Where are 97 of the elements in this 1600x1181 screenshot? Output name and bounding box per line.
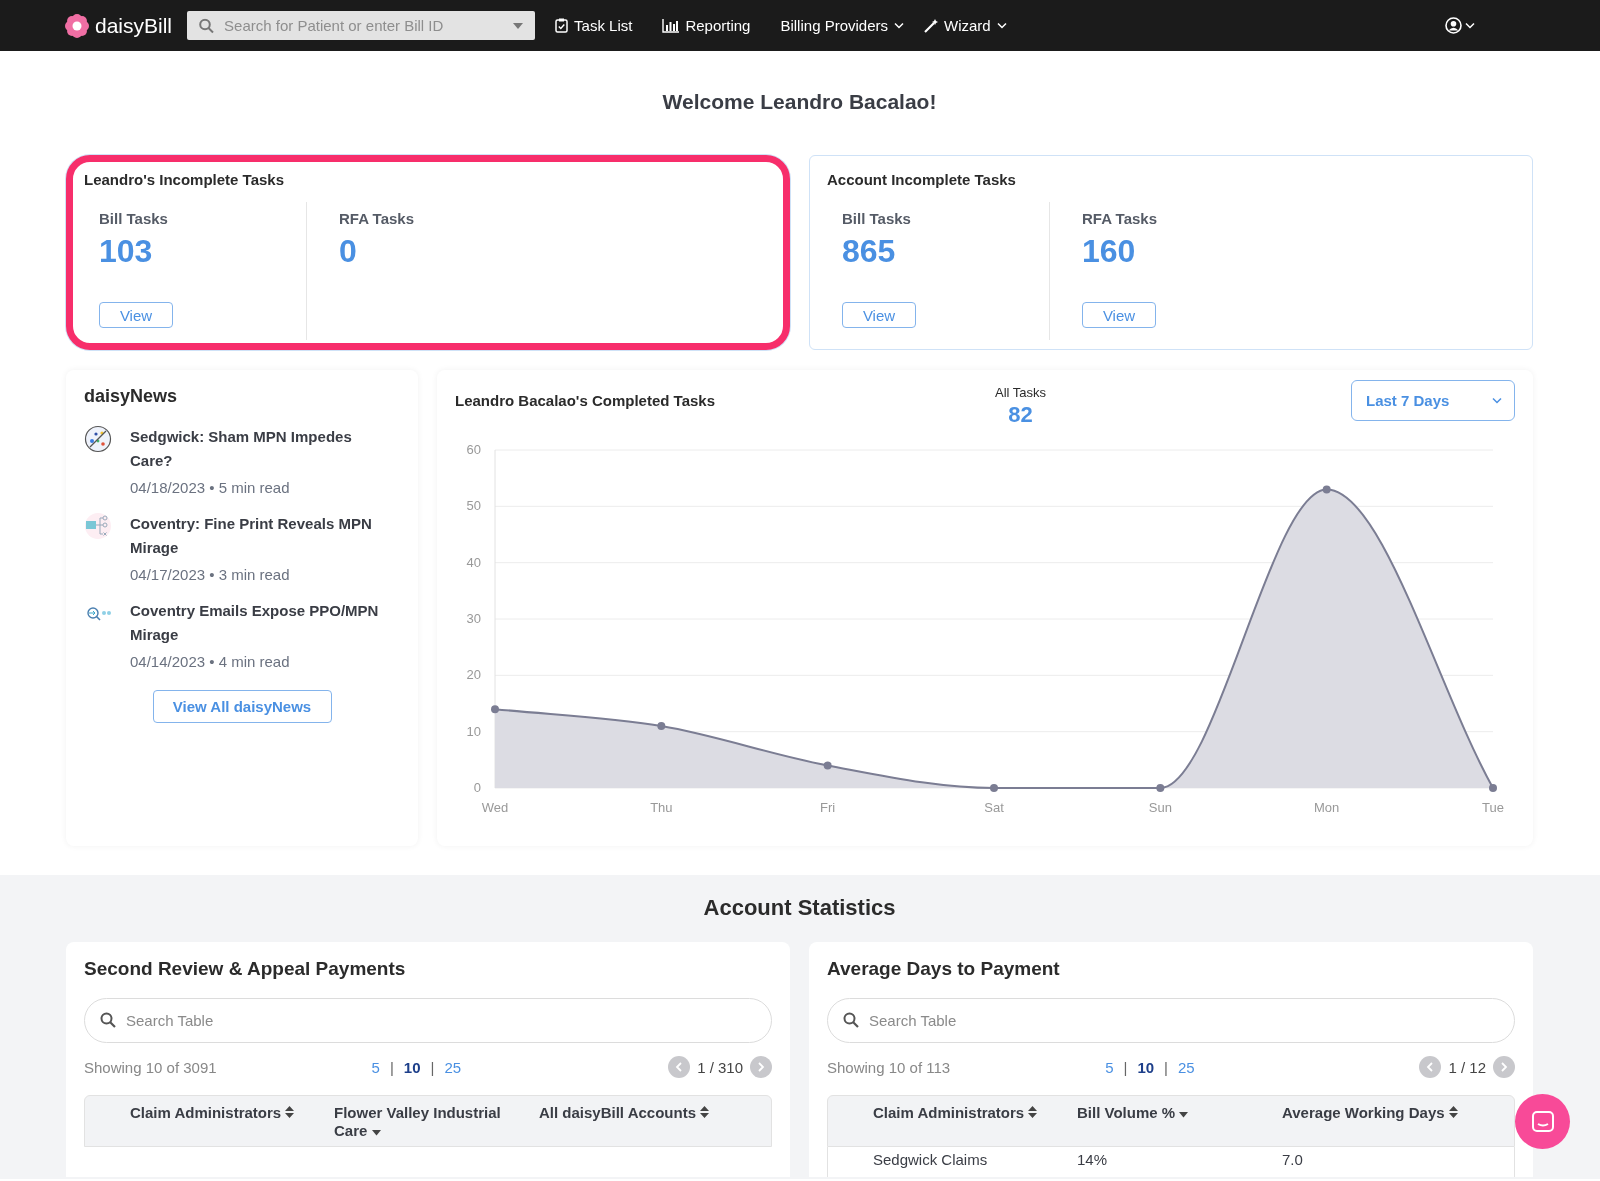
total-count: 82 <box>1008 402 1033 428</box>
axis-label: 40 <box>466 554 481 570</box>
task-count: 103 <box>99 233 153 270</box>
table-cell-text: Sedgwick Claims <box>873 1151 989 1170</box>
column-header[interactable]: Average Working Days <box>1282 1104 1467 1122</box>
card-title: Account Incomplete Tasks <box>827 171 1017 188</box>
chevron-icon <box>1500 1062 1508 1072</box>
table-cell-text: 7.0 <box>1282 1151 1304 1170</box>
data-point <box>491 705 499 714</box>
nav-menu-item[interactable]: Task List <box>555 17 633 34</box>
chevron-icon <box>1426 1062 1435 1072</box>
axis-label: 50 <box>466 498 481 514</box>
task-label: RFA Tasks <box>1082 210 1158 227</box>
bar-chart-icon <box>662 18 680 33</box>
search-icon <box>199 18 215 33</box>
column-header[interactable]: All daisyBill Accounts <box>539 1104 724 1122</box>
column-header[interactable]: Claim Administrators <box>873 1104 1058 1122</box>
task-label: Bill Tasks <box>842 210 911 227</box>
news-date: 04/18/2023 • 5 min read <box>130 479 291 496</box>
task-label: RFA Tasks <box>339 210 415 227</box>
task-count: 160 <box>1082 233 1136 270</box>
data-point <box>657 722 666 731</box>
news-date: 04/17/2023 • 3 min read <box>130 566 291 583</box>
previous-page-button[interactable] <box>668 1056 691 1078</box>
table-cell-text: 14% <box>1077 1151 1109 1170</box>
section-heading: Account Statistics <box>702 895 897 921</box>
table-title: Average Days to Payment <box>827 958 1061 980</box>
nav-menu-item[interactable]: Billing Providers <box>780 17 904 34</box>
page-size-link[interactable]: 10 <box>1137 1058 1155 1076</box>
news-headline-link[interactable]: Coventry: Fine Print Reveals MPN Mirage <box>130 512 380 560</box>
axis-label: Sun <box>1148 800 1172 815</box>
separator-text: | <box>1123 1058 1128 1076</box>
axis-label: 60 <box>466 442 481 457</box>
logo-text[interactable]: daisyBill <box>95 13 173 38</box>
flowchart-icon <box>84 512 112 540</box>
column-header[interactable]: Flower Valley Industrial Care <box>334 1104 519 1140</box>
axis-label: Tue <box>1482 800 1504 815</box>
axis-label: 10 <box>466 723 481 739</box>
welcome-heading: Welcome Leandro Bacalao! <box>661 89 938 115</box>
nav-menu-item[interactable]: Reporting <box>662 17 751 34</box>
showing-count: Showing 10 of 3091 <box>84 1058 217 1076</box>
caret-icon <box>894 22 904 29</box>
caret-down-icon[interactable] <box>513 22 524 29</box>
caret-icon <box>996 22 1007 29</box>
card-title: Leandro's Incomplete Tasks <box>84 171 286 188</box>
axis-label: Wed <box>481 800 509 815</box>
task-label: Bill Tasks <box>99 210 168 227</box>
news-headline-link[interactable]: Coventry Emails Expose PPO/MPN Mirage <box>130 599 380 647</box>
user-avatar-icon <box>1445 17 1462 34</box>
next-page-button[interactable] <box>1493 1056 1515 1078</box>
separator-text: | <box>389 1058 394 1076</box>
separator-text: | <box>1164 1058 1168 1076</box>
table-title: Second Review & Appeal Payments <box>84 958 407 980</box>
chevron-icon <box>757 1062 765 1072</box>
magic-wand-icon <box>924 18 938 33</box>
column-header[interactable]: Bill Volume % <box>1077 1104 1262 1122</box>
news-date: 04/14/2023 • 4 min read <box>130 653 291 670</box>
showing-count: Showing 10 of 113 <box>827 1058 951 1076</box>
task-count: 865 <box>842 233 896 270</box>
page-indicator: 1 / 12 <box>1448 1058 1486 1076</box>
chevron-icon <box>675 1062 684 1072</box>
chart-title: Leandro Bacalao's Completed Tasks <box>455 392 717 409</box>
news-headline-link[interactable]: Sedgwick: Sham MPN Impedes Care? <box>130 425 380 473</box>
scatter-plot-icon <box>84 425 112 453</box>
page-indicator: 1 / 310 <box>697 1058 743 1076</box>
caret-icon <box>1492 397 1502 404</box>
clipboard-icon <box>555 18 569 33</box>
chat-bubble-icon <box>1530 1109 1555 1134</box>
flower-logo-icon <box>64 12 90 39</box>
data-point <box>1156 784 1165 792</box>
axis-label: Sat <box>984 800 1004 815</box>
axis-label: Fri <box>820 800 836 815</box>
data-point <box>990 784 998 792</box>
previous-page-button[interactable] <box>1419 1056 1442 1078</box>
search-field[interactable]: Search Table <box>827 998 1515 1043</box>
column-header[interactable]: Claim Administrators <box>130 1104 315 1122</box>
data-point <box>1322 485 1331 494</box>
search-field[interactable]: Search for Patient or enter Bill ID <box>187 11 536 40</box>
search-icon <box>843 1012 859 1028</box>
nav-menu-item[interactable]: Wizard <box>924 17 1007 34</box>
search-icon <box>100 1012 116 1028</box>
axis-label: Thu <box>650 800 673 815</box>
axis-label: 30 <box>466 611 481 626</box>
news-title: daisyNews <box>84 386 179 407</box>
account-menu-button[interactable] <box>1445 17 1475 34</box>
caret-icon <box>1465 22 1475 29</box>
data-point <box>823 761 832 770</box>
search-field[interactable]: Search Table <box>84 998 772 1043</box>
task-count: 0 <box>339 233 357 270</box>
axis-label: 0 <box>473 780 481 795</box>
next-page-button[interactable] <box>750 1056 772 1078</box>
total-label: All Tasks <box>995 385 1047 400</box>
separator-text: | <box>430 1058 435 1076</box>
axis-label: 20 <box>466 667 481 683</box>
axis-label: Mon <box>1314 800 1340 815</box>
page-size-link[interactable]: 10 <box>403 1058 421 1076</box>
data-point <box>1489 784 1497 792</box>
